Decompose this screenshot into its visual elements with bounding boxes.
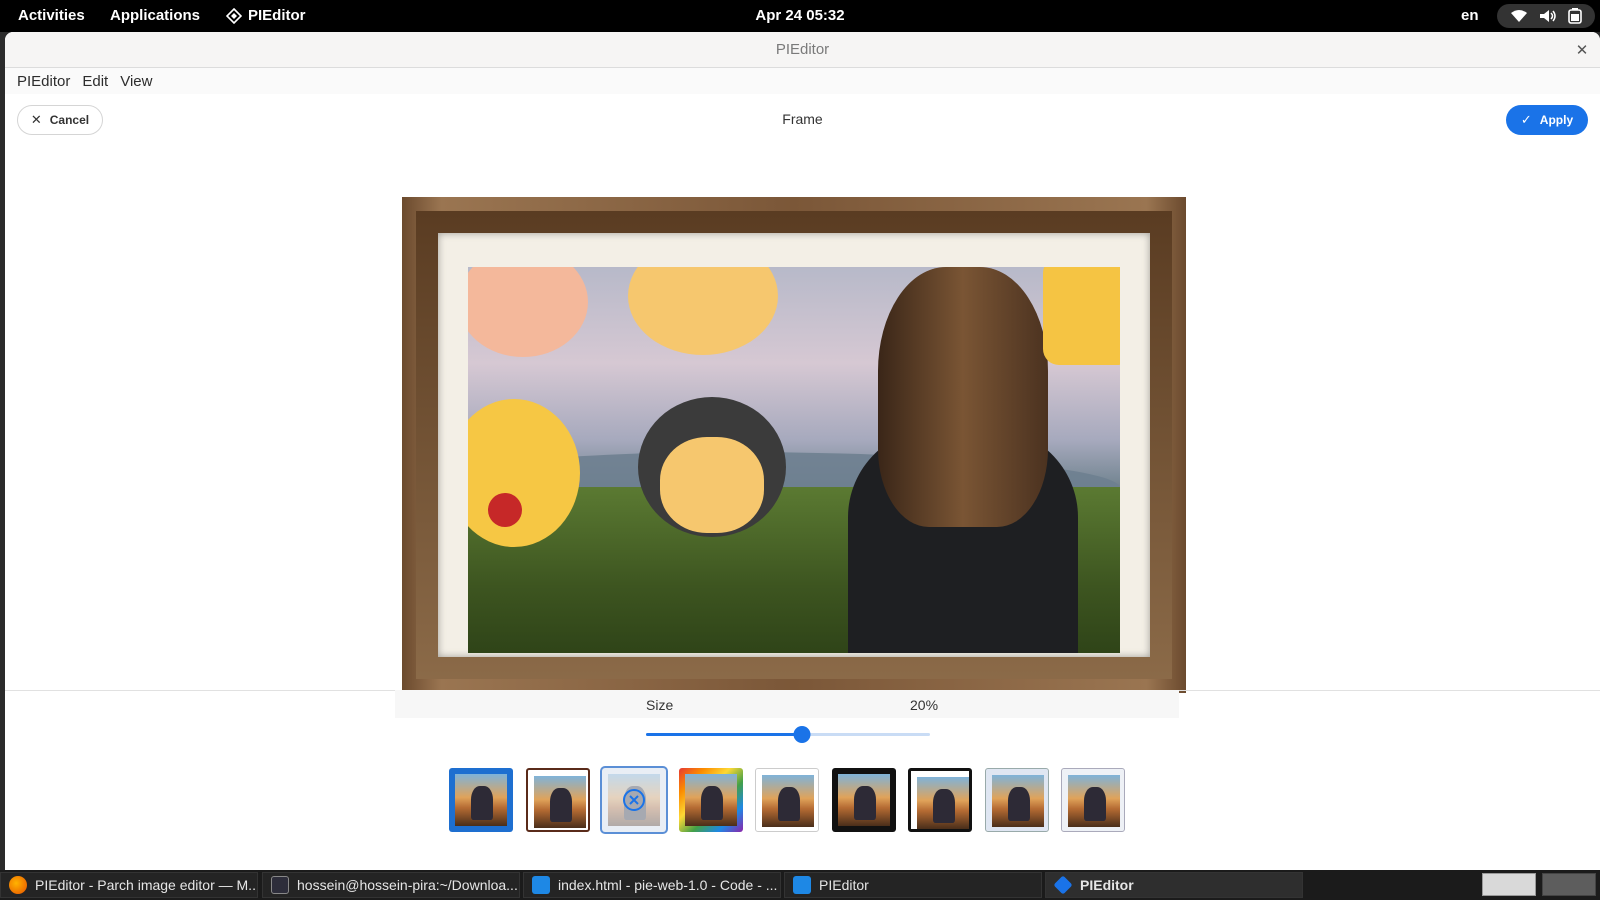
size-label: Size [646, 697, 674, 713]
taskbar-item[interactable]: PIEditor [784, 872, 1042, 898]
close-window-button[interactable]: ✕ [1572, 40, 1592, 60]
pieditor-icon [1053, 875, 1073, 895]
frame-option-preview [762, 775, 814, 827]
window-title: PIEditor [775, 41, 830, 58]
wifi-icon [1511, 10, 1528, 22]
size-value: 20% [910, 697, 939, 713]
frame-option-preview [1068, 775, 1120, 827]
frame-option-floral-border[interactable] [984, 768, 1049, 832]
frame-option-black-white-border[interactable] [908, 768, 972, 832]
taskbar-item[interactable]: PIEditor - Parch image editor — M... [0, 872, 258, 898]
code-icon [532, 876, 550, 894]
frame-option-blue-border[interactable] [449, 768, 513, 832]
taskbar-item-label: PIEditor [1080, 877, 1134, 893]
activities-button[interactable]: Activities [18, 0, 85, 32]
angry-face-sticker[interactable] [468, 267, 588, 357]
menu-view[interactable]: View [114, 73, 158, 90]
frame-option-preview [684, 774, 737, 826]
window-titlebar[interactable]: PIEditor ✕ [5, 32, 1600, 68]
cancel-label: Cancel [49, 113, 90, 127]
taskbar-item[interactable]: PIEditor [1045, 872, 1303, 898]
frame-option-white-border[interactable] [755, 768, 819, 832]
close-icon: ✕ [1575, 42, 1589, 59]
clock[interactable]: Apr 24 05:32 [755, 7, 844, 24]
battery-icon [1567, 8, 1582, 24]
robot-face-sticker[interactable] [1043, 267, 1120, 365]
taskbar-item-label: PIEditor [819, 877, 869, 893]
apply-label: Apply [1539, 113, 1574, 127]
frame-option-preview [917, 777, 969, 829]
firefox-icon [9, 876, 27, 894]
checkmark-icon: ✓ [1520, 112, 1532, 127]
no-frame-icon [623, 789, 645, 811]
editor-window: PIEditor ✕ PIEditor Edit View ✕ Cancel F… [5, 32, 1600, 870]
frame-option-preview [533, 776, 586, 828]
sunglasses-face-sticker[interactable] [638, 397, 786, 537]
volume-icon [1539, 10, 1556, 22]
taskbar: PIEditor - Parch image editor — M... hoss… [0, 870, 1600, 900]
top-bar: Activities Applications PIEditor Apr 24 … [0, 0, 1600, 32]
menu-bar: PIEditor Edit View [5, 68, 1600, 94]
pieditor-icon [226, 8, 242, 24]
frame-option-preview [991, 775, 1044, 827]
language-indicator[interactable]: en [1461, 0, 1479, 32]
frame-option-none[interactable] [602, 768, 666, 832]
slider-thumb[interactable] [793, 726, 811, 743]
taskbar-item-label: hossein@hossein-pira:~/Downloa... [297, 877, 518, 893]
edited-photo [468, 267, 1120, 653]
terminal-icon [271, 876, 289, 894]
menu-pieditor[interactable]: PIEditor [11, 73, 76, 90]
frame-thumbnail-strip [449, 768, 1129, 834]
taskbar-item-label: PIEditor - Parch image editor — M... [35, 877, 258, 893]
frame-option-preview [837, 774, 890, 826]
page-title: Frame [782, 111, 823, 127]
frame-option-preview [455, 774, 507, 826]
sticker-mouth [488, 493, 522, 527]
photo-person-hair [878, 267, 1048, 527]
sticker-face [660, 437, 764, 533]
app-menu-label: PIEditor [248, 7, 306, 24]
taskbar-item[interactable]: hossein@hossein-pira:~/Downloa... [262, 872, 520, 898]
size-slider[interactable] [646, 726, 930, 744]
frame-option-black-thick-border[interactable] [831, 768, 896, 832]
system-status-menu[interactable] [1497, 4, 1595, 28]
editor-toolbar: ✕ Cancel Frame ✓ Apply [5, 94, 1600, 144]
frame-option-corner-ornament-border[interactable] [1061, 768, 1125, 832]
frame-option-rainbow-border[interactable] [678, 768, 743, 832]
frame-option-dark-thin-border[interactable] [525, 768, 590, 832]
workspace-1[interactable] [1482, 873, 1536, 896]
image-canvas[interactable] [402, 197, 1186, 693]
menu-edit[interactable]: Edit [76, 73, 114, 90]
app-menu[interactable]: PIEditor [226, 0, 306, 32]
size-control-row: Size 20% [395, 690, 1179, 718]
taskbar-item-label: index.html - pie-web-1.0 - Code - ... [558, 877, 778, 893]
slider-fill [646, 733, 803, 736]
applications-menu[interactable]: Applications [110, 0, 200, 32]
frowning-face-sticker[interactable] [628, 267, 778, 355]
taskbar-item[interactable]: index.html - pie-web-1.0 - Code - ... [523, 872, 781, 898]
workspace-2[interactable] [1542, 873, 1596, 896]
cancel-button[interactable]: ✕ Cancel [17, 105, 103, 135]
close-icon: ✕ [30, 112, 42, 127]
apply-button[interactable]: ✓ Apply [1506, 105, 1588, 135]
document-icon [793, 876, 811, 894]
